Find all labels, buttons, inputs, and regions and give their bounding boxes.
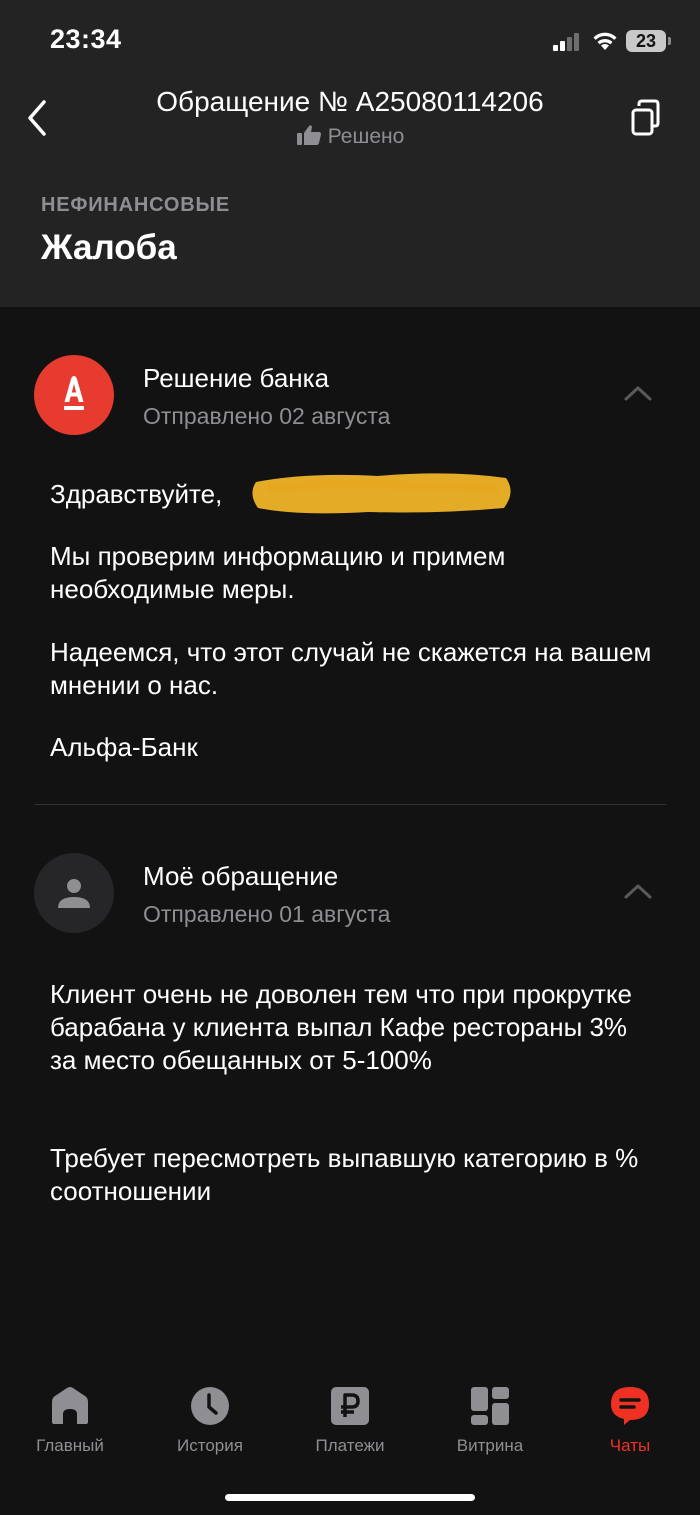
copy-icon <box>631 99 660 136</box>
redaction-mark <box>252 473 511 514</box>
showcase-icon <box>471 1387 509 1425</box>
my-appeal-body: Клиент очень не доволен тем что при прок… <box>50 978 660 1077</box>
message-date: Отправлено 01 августа <box>143 901 391 927</box>
appeal-type-heading: Жалоба <box>41 228 177 267</box>
divider <box>34 804 666 805</box>
message-paragraph: Мы проверим информацию и примем необходи… <box>50 541 506 604</box>
tab-history[interactable]: История <box>140 1386 280 1456</box>
alfa-bank-logo-icon <box>64 376 84 410</box>
message-author: Моё обращение <box>143 861 339 891</box>
message-paragraph: Надеемся, что этот случай не скажется на… <box>50 637 652 700</box>
status-text: Решено <box>327 125 405 148</box>
battery-level: 23 <box>626 30 666 52</box>
message-date: Отправлено 02 августа <box>143 403 391 429</box>
bank-message-body-2: Мы проверим информацию и примем необходи… <box>50 540 660 606</box>
message-author: Решение банка <box>143 363 330 393</box>
cellular-signal-icon <box>553 33 581 51</box>
status-time: 23:34 <box>50 24 122 54</box>
message-paragraph: Клиент очень не доволен тем что при прок… <box>50 979 632 1075</box>
message-paragraph: Альфа-Банк <box>50 732 198 762</box>
chevron-up-icon <box>624 386 652 401</box>
battery-tip <box>668 37 671 45</box>
tab-label: Чаты <box>609 1436 651 1455</box>
my-appeal-body-2: Требует пересмотреть выпавшую категорию … <box>50 1142 660 1208</box>
thumbs-up-icon <box>296 125 321 145</box>
home-indicator[interactable] <box>225 1494 475 1501</box>
tab-chats[interactable]: Чаты <box>560 1386 700 1456</box>
bank-message-body-4: Альфа-Банк <box>50 731 660 764</box>
wifi-icon <box>593 32 617 50</box>
ruble-icon <box>331 1387 369 1425</box>
bank-message-body-3: Надеемся, что этот случай не скажется на… <box>50 636 660 702</box>
top-header: 23:34 23 Обращение № A25080114206 Решено… <box>0 0 700 307</box>
clock-icon <box>191 1387 229 1425</box>
tab-showcase[interactable]: Витрина <box>420 1386 560 1456</box>
status-resolved: Решено <box>0 124 700 149</box>
copy-button[interactable] <box>628 98 662 138</box>
message-paragraph: Требует пересмотреть выпавшую категорию … <box>50 1143 639 1206</box>
page-title: Обращение № A25080114206 <box>156 86 544 117</box>
tab-label: Платежи <box>315 1436 385 1455</box>
person-icon <box>58 879 90 908</box>
my-appeal-header[interactable]: Моё обращение Отправлено 01 августа <box>34 853 666 935</box>
tab-label: История <box>177 1436 243 1455</box>
home-icon <box>52 1387 88 1424</box>
bank-decision-header[interactable]: Решение банка Отправлено 02 августа <box>34 355 666 437</box>
category-label: НЕФИНАНСОВЫЕ <box>41 194 231 216</box>
tab-label: Главный <box>36 1436 104 1455</box>
tab-label: Витрина <box>456 1436 524 1455</box>
tab-home[interactable]: Главный <box>0 1386 140 1456</box>
tab-payments[interactable]: Платежи <box>280 1386 420 1456</box>
chat-icon <box>611 1387 649 1425</box>
user-avatar <box>34 853 114 933</box>
bank-avatar <box>34 355 114 435</box>
chevron-up-icon <box>624 884 652 899</box>
